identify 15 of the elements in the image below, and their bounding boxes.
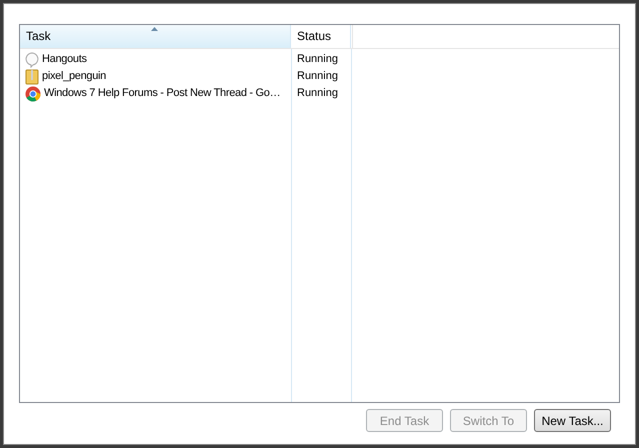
task-row[interactable]: Windows 7 Help Forums - Post New Thread - Go… Running xyxy=(20,85,619,102)
browser-icon xyxy=(25,86,41,102)
status-text: Running xyxy=(296,52,338,68)
status-text: Running xyxy=(296,86,338,102)
task-name: Windows 7 Help Forums - Post New Thread - Go… xyxy=(44,86,280,102)
dialog-button[interactable]: New Task... xyxy=(534,409,611,432)
task-row[interactable]: Hangouts Running xyxy=(20,51,619,68)
task-name: pixel_penguin xyxy=(42,69,106,84)
task-row[interactable]: pixel_penguin Running xyxy=(20,68,619,85)
status-text: Running xyxy=(296,69,338,84)
sort-arrow-icon xyxy=(151,27,158,31)
task-name: Hangouts xyxy=(42,52,87,68)
column-header[interactable]: Task xyxy=(20,25,291,48)
zip-folder-icon xyxy=(25,68,39,84)
speech-bubble-icon xyxy=(25,52,39,68)
